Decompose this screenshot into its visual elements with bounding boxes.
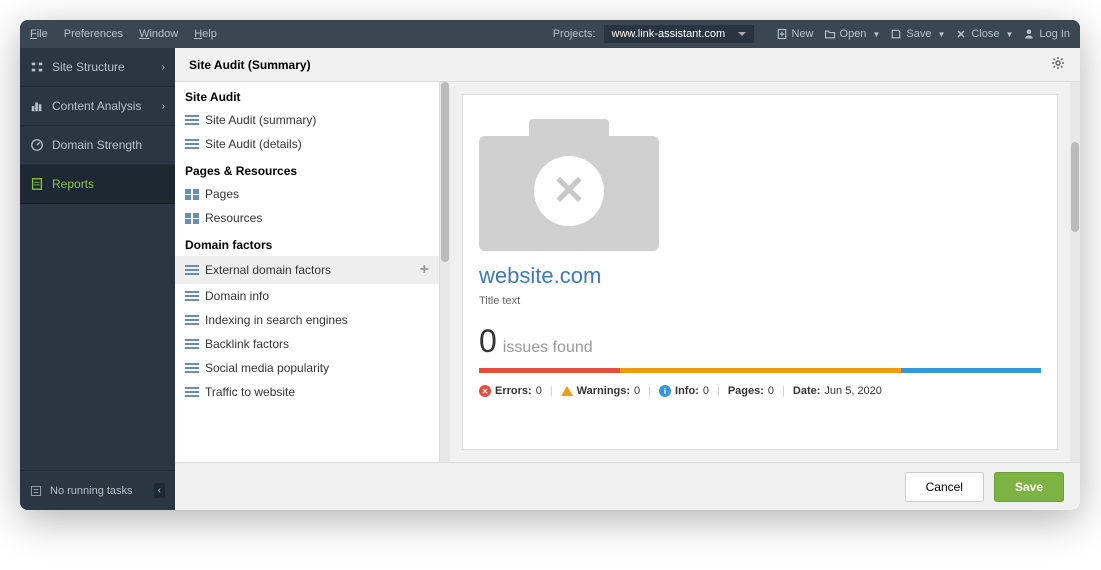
site-name: website.com — [479, 263, 1041, 289]
reports-icon — [30, 177, 44, 191]
folder-icon — [824, 28, 836, 40]
list-icon — [185, 363, 199, 373]
menubar: File Preferences Window Help Projects: w… — [20, 20, 1080, 48]
sidebar-item-label: Domain Strength — [52, 138, 142, 152]
preview-card: ✕ website.com Title text 0 issues found — [462, 94, 1058, 450]
tree-section-domain: Domain factors — [175, 230, 439, 256]
tree-section-pages: Pages & Resources — [175, 156, 439, 182]
stat-warnings: Warnings: 0 — [561, 385, 641, 397]
projects-label: Projects: — [553, 28, 596, 40]
scrollbar-tree[interactable] — [440, 82, 450, 462]
sidebar-item-reports[interactable]: Reports — [20, 165, 175, 204]
scroll-thumb[interactable] — [1071, 142, 1079, 232]
content-area: ✕ website.com Title text 0 issues found — [450, 82, 1070, 462]
cancel-button[interactable]: Cancel — [905, 472, 984, 502]
sidebar: Site Structure› Content Analysis› Domain… — [20, 48, 175, 510]
open-button[interactable]: Open▼ — [824, 28, 881, 40]
sidebar-item-domain-strength[interactable]: Domain Strength — [20, 126, 175, 165]
tree-item[interactable]: Backlink factors — [175, 332, 439, 356]
save-button[interactable]: Save — [994, 472, 1064, 502]
list-icon — [185, 265, 199, 275]
new-button[interactable]: New — [776, 28, 814, 40]
menu-file[interactable]: File — [30, 28, 48, 40]
tree-item[interactable]: Resources — [175, 206, 439, 230]
main-header: Site Audit (Summary) — [175, 48, 1080, 82]
list-icon — [185, 115, 199, 125]
sidebar-item-site-structure[interactable]: Site Structure› — [20, 48, 175, 87]
status-bar — [479, 368, 1041, 373]
sidebar-footer: No running tasks ‹ — [20, 470, 175, 510]
gauge-icon — [30, 138, 44, 152]
save-icon — [890, 28, 902, 40]
project-select[interactable]: www.link-assistant.com — [604, 25, 754, 43]
scrollbar-content[interactable] — [1070, 82, 1080, 462]
structure-icon — [30, 60, 44, 74]
scroll-thumb[interactable] — [441, 82, 449, 262]
tree-section-site-audit: Site Audit — [175, 82, 439, 108]
page-title: Site Audit (Summary) — [189, 58, 311, 72]
warning-icon — [561, 386, 573, 396]
menu-preferences[interactable]: Preferences — [64, 28, 123, 40]
menu-help[interactable]: Help — [194, 28, 217, 40]
tree-item-external-domain[interactable]: External domain factors+ — [175, 256, 439, 284]
file-plus-icon — [776, 28, 788, 40]
list-icon — [185, 387, 199, 397]
tree-item[interactable]: Indexing in search engines — [175, 308, 439, 332]
chart-icon — [30, 99, 44, 113]
login-button[interactable]: Log In — [1023, 28, 1070, 40]
close-button[interactable]: Close▼ — [955, 28, 1013, 40]
collapse-sidebar-icon[interactable]: ‹ — [154, 483, 165, 498]
app-window: File Preferences Window Help Projects: w… — [20, 20, 1080, 510]
add-icon[interactable]: + — [420, 261, 429, 279]
stat-date: Date: Jun 5, 2020 — [793, 385, 882, 397]
tree-item[interactable]: Social media popularity — [175, 356, 439, 380]
grid-icon — [185, 189, 199, 200]
info-icon: i — [659, 385, 671, 397]
sidebar-item-label: Site Structure — [52, 60, 125, 74]
stat-errors: ✕Errors: 0 — [479, 385, 542, 397]
menu-window[interactable]: Window — [139, 28, 178, 40]
list-icon — [185, 291, 199, 301]
tasks-label: No running tasks — [50, 485, 133, 497]
grid-icon — [185, 213, 199, 224]
list-icon — [185, 315, 199, 325]
tree-item[interactable]: Site Audit (summary) — [175, 108, 439, 132]
list-icon — [185, 339, 199, 349]
sidebar-item-label: Reports — [52, 177, 94, 191]
tree-item[interactable]: Pages — [175, 182, 439, 206]
title-text: Title text — [479, 295, 1041, 307]
error-icon: ✕ — [479, 385, 491, 397]
list-icon — [185, 139, 199, 149]
close-icon — [955, 28, 967, 40]
issues-count: 0 issues found — [479, 323, 1041, 360]
footer-bar: Cancel Save — [175, 462, 1080, 510]
main-panel: Site Audit (Summary) Site Audit Site Aud… — [175, 48, 1080, 510]
stat-info: iInfo: 0 — [659, 385, 709, 397]
tasks-icon — [30, 485, 42, 497]
sidebar-item-label: Content Analysis — [52, 99, 141, 113]
save-button-top[interactable]: Save▼ — [890, 28, 945, 40]
user-icon — [1023, 28, 1035, 40]
tree-item[interactable]: Site Audit (details) — [175, 132, 439, 156]
tree-panel: Site Audit Site Audit (summary) Site Aud… — [175, 82, 440, 462]
sidebar-item-content-analysis[interactable]: Content Analysis› — [20, 87, 175, 126]
stats-row: ✕Errors: 0 | Warnings: 0 | iInfo: 0 | Pa… — [479, 385, 1041, 397]
stat-pages: Pages: 0 — [728, 385, 774, 397]
gear-icon[interactable] — [1050, 55, 1066, 74]
tree-item[interactable]: Domain info — [175, 284, 439, 308]
placeholder-image-icon: ✕ — [479, 111, 659, 251]
tree-item[interactable]: Traffic to website — [175, 380, 439, 404]
